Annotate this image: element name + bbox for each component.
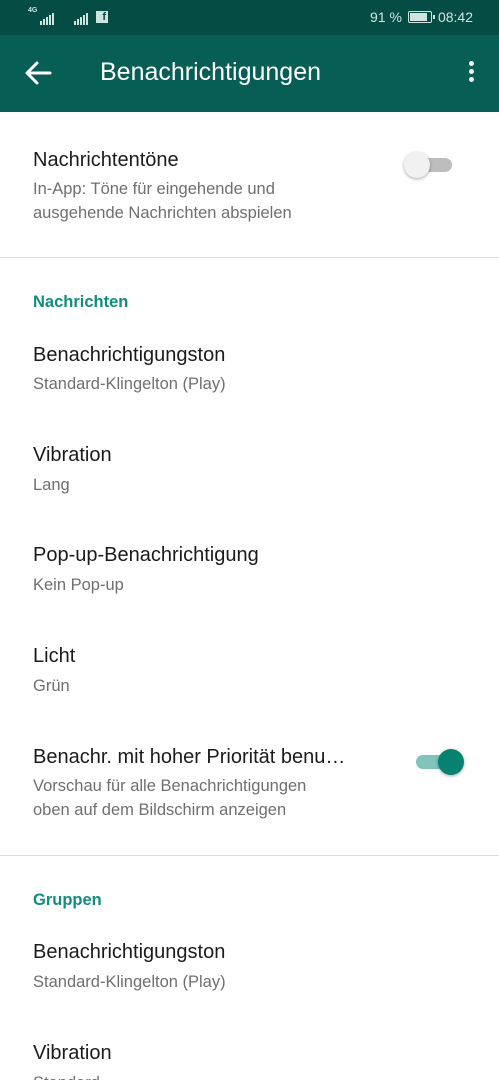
app-bar: Benachrichtigungen	[0, 35, 499, 112]
more-vert-icon	[459, 61, 483, 82]
second-signal-icon	[62, 9, 88, 25]
setting-subtitle-line2: oben auf dem Bildschirm anzeigen	[33, 801, 287, 819]
settings-list: Nachrichtentöne In-App: Töne für eingehe…	[0, 112, 499, 1080]
setting-title: Licht	[33, 645, 76, 667]
setting-title: Benachr. mit hoher Priorität benu…	[33, 746, 346, 768]
setting-title: Nachrichtentöne	[33, 149, 179, 171]
setting-conversation-tones[interactable]: Nachrichtentöne In-App: Töne für eingehe…	[0, 112, 499, 257]
setting-title: Pop-up-Benachrichtigung	[33, 544, 259, 566]
divider	[0, 855, 499, 856]
setting-value: Standard-Klingelton (Play)	[33, 375, 226, 393]
clock: 08:42	[437, 9, 473, 25]
arrow-left-icon	[25, 61, 52, 85]
section-header-groups: Gruppen	[33, 891, 102, 909]
battery-percentage: 91 %	[370, 9, 402, 25]
setting-value: Standard	[33, 1071, 100, 1080]
setting-value: Kein Pop-up	[33, 576, 124, 594]
status-right: 91 % 08:42	[370, 9, 473, 25]
mobile-signal-icon: 4G	[28, 7, 54, 25]
more-options-button[interactable]	[459, 59, 483, 89]
setting-subtitle-line1: In-App: Töne für eingehende und	[33, 180, 275, 198]
setting-light[interactable]: Licht Grün	[0, 622, 499, 722]
setting-subtitle-line2: ausgehende Nachrichten abspielen	[33, 204, 292, 222]
setting-group-notification-tone[interactable]: Benachrichtigungston Standard-Klingelton…	[0, 919, 499, 1019]
toggle-thumb	[438, 749, 464, 775]
setting-title: Benachrichtigungston	[33, 941, 226, 963]
page-title: Benachrichtigungen	[100, 58, 321, 86]
battery-icon	[407, 11, 435, 23]
battery-fill	[409, 13, 427, 21]
setting-value: Standard-Klingelton (Play)	[33, 973, 226, 991]
high-priority-toggle[interactable]	[414, 746, 464, 776]
divider	[0, 257, 499, 258]
setting-message-vibration[interactable]: Vibration Lang	[0, 422, 499, 522]
setting-title: Benachrichtigungston	[33, 344, 226, 366]
network-type-label: 4G	[28, 7, 38, 14]
setting-popup-notification[interactable]: Pop-up-Benachrichtigung Kein Pop-up	[0, 522, 499, 622]
facebook-notification-icon: f	[96, 11, 108, 23]
toggle-thumb	[404, 152, 430, 178]
setting-title: Vibration	[33, 1042, 112, 1064]
setting-value: Grün	[33, 677, 70, 695]
setting-title: Vibration	[33, 444, 112, 466]
conversation-tones-toggle[interactable]	[404, 149, 454, 179]
back-button[interactable]	[20, 57, 56, 89]
status-left: 4G f	[28, 7, 108, 25]
setting-value: Lang	[33, 476, 70, 494]
setting-group-vibration[interactable]: Vibration Standard	[0, 1019, 499, 1080]
setting-high-priority[interactable]: Benachr. mit hoher Priorität benu… Vorsc…	[0, 722, 499, 855]
setting-message-notification-tone[interactable]: Benachrichtigungston Standard-Klingelton…	[0, 322, 499, 422]
status-bar: 4G f 91 % 08:42	[0, 0, 499, 35]
section-header-messages: Nachrichten	[33, 293, 129, 311]
setting-subtitle-line1: Vorschau für alle Benachrichtigungen	[33, 777, 307, 795]
